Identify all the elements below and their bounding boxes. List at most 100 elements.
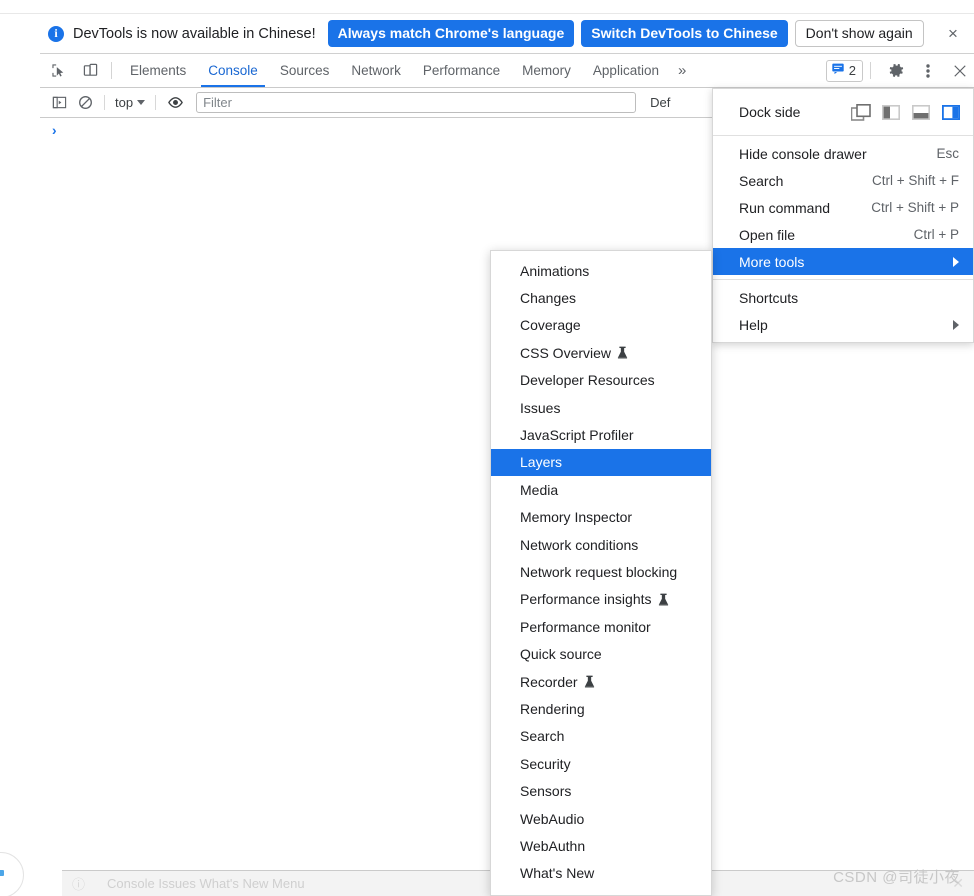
live-expression-eye-icon[interactable] (162, 91, 188, 115)
submenu-item-label: Security (520, 755, 571, 772)
submenu-item-network-conditions[interactable]: Network conditions (491, 531, 711, 558)
dock-to-right-icon[interactable] (941, 104, 961, 121)
issues-badge[interactable]: 2 (825, 59, 863, 82)
info-icon: ⓘ (72, 877, 86, 892)
submenu-item-changes[interactable]: Changes (491, 284, 711, 311)
dock-to-bottom-icon[interactable] (911, 104, 931, 121)
submenu-item-label: Recorder (520, 673, 578, 690)
experimental-flask-icon (617, 346, 628, 359)
submenu-item-label: Layers (520, 454, 563, 471)
submenu-item-javascript-profiler[interactable]: JavaScript Profiler (491, 421, 711, 448)
submenu-item-label: Search (520, 728, 565, 745)
menu-item-hide-console-drawer[interactable]: Hide console drawer Esc (713, 140, 973, 167)
floating-circle-dot (0, 870, 4, 876)
submenu-item-recorder[interactable]: Recorder (491, 668, 711, 695)
devtools-main-menu: Dock side Hide console drawer Esc Search… (712, 88, 974, 343)
tab-performance[interactable]: Performance (412, 54, 511, 87)
menu-item-run-command[interactable]: Run command Ctrl + Shift + P (713, 194, 973, 221)
submenu-item-webaudio[interactable]: WebAudio (491, 805, 711, 832)
submenu-item-css-overview[interactable]: CSS Overview (491, 339, 711, 366)
toolbar-divider-right (870, 62, 871, 79)
more-tools-submenu: Animations Changes Coverage CSS Overview Dev… (490, 250, 712, 896)
submenu-item-what-s-new[interactable]: What's New (491, 860, 711, 887)
submenu-item-label: Animations (520, 262, 590, 279)
console-sidebar-icon[interactable] (46, 91, 72, 115)
submenu-item-animations[interactable]: Animations (491, 257, 711, 284)
close-devtools-icon[interactable] (946, 57, 974, 85)
submenu-item-sensors[interactable]: Sensors (491, 777, 711, 804)
menu-item-shortcuts[interactable]: Shortcuts (713, 284, 973, 311)
submenu-item-performance-insights[interactable]: Performance insights (491, 586, 711, 613)
dont-show-again-button[interactable]: Don't show again (794, 20, 924, 47)
clear-console-icon[interactable] (72, 91, 98, 115)
menu-item-label: Open file (739, 226, 796, 243)
submenu-item-media[interactable]: Media (491, 476, 711, 503)
chevron-down-icon (137, 100, 146, 105)
submenu-item-label: CSS Overview (520, 344, 612, 361)
dock-side-row: Dock side (713, 93, 973, 131)
submenu-item-quick-source[interactable]: Quick source (491, 640, 711, 667)
submenu-item-memory-inspector[interactable]: Memory Inspector (491, 504, 711, 531)
experimental-flask-icon (584, 675, 595, 688)
tab-elements[interactable]: Elements (119, 54, 197, 87)
submenu-item-label: What's New (520, 865, 595, 882)
submenu-item-security[interactable]: Security (491, 750, 711, 777)
gear-icon[interactable] (882, 57, 910, 85)
submenu-item-label: Performance insights (520, 591, 652, 608)
dock-to-left-icon[interactable] (881, 104, 901, 121)
tab-memory[interactable]: Memory (511, 54, 582, 87)
submenu-item-search[interactable]: Search (491, 723, 711, 750)
page-left-gutter (0, 14, 40, 896)
menu-item-open-file[interactable]: Open file Ctrl + P (713, 221, 973, 248)
submenu-item-label: Network request blocking (520, 563, 678, 580)
execution-context-selector[interactable]: top (111, 95, 149, 110)
submenu-item-label: Changes (520, 290, 577, 307)
kebab-menu-icon[interactable] (914, 57, 942, 85)
tab-console[interactable]: Console (197, 54, 269, 87)
submenu-item-issues[interactable]: Issues (491, 394, 711, 421)
drawer-text: Console Issues What's New Menu (107, 876, 305, 891)
menu-item-search[interactable]: Search Ctrl + Shift + F (713, 167, 973, 194)
tab-sources[interactable]: Sources (269, 54, 341, 87)
more-tabs-chevron-icon[interactable]: » (670, 61, 694, 81)
close-icon[interactable]: × (942, 23, 964, 45)
submenu-item-rendering[interactable]: Rendering (491, 695, 711, 722)
device-toolbar-icon[interactable] (76, 57, 104, 85)
devtools-tabbar: Elements Console Sources Network Perform… (40, 54, 974, 88)
switch-devtools-to-chinese-button[interactable]: Switch DevTools to Chinese (581, 20, 788, 47)
tab-application[interactable]: Application (582, 54, 670, 87)
submenu-item-performance-monitor[interactable]: Performance monitor (491, 613, 711, 640)
menu-item-shortcut: Ctrl + P (913, 227, 959, 242)
submenu-item-network-request-blocking[interactable]: Network request blocking (491, 558, 711, 585)
dock-side-options (850, 103, 961, 121)
log-levels-selector[interactable]: Def (650, 95, 670, 110)
chevron-right-icon (953, 319, 959, 330)
submenu-item-layers[interactable]: Layers (491, 448, 711, 477)
window-top-strip (0, 0, 974, 14)
submenu-item-label: Coverage (520, 317, 581, 334)
menu-item-label: Run command (739, 199, 831, 216)
submenu-item-developer-resources[interactable]: Developer Resources (491, 367, 711, 394)
menu-item-label: More tools (739, 253, 805, 270)
toolbar-divider (111, 62, 112, 79)
menu-item-label: Shortcuts (739, 289, 799, 306)
tabbar-right-group: 2 (820, 57, 974, 85)
issues-message-icon (831, 61, 845, 80)
menu-divider-1 (713, 135, 973, 136)
menu-item-more-tools[interactable]: More tools (713, 248, 973, 275)
info-icon: i (48, 25, 64, 42)
menu-item-help[interactable]: Help (713, 311, 973, 338)
submenu-item-label: WebAudio (520, 810, 585, 827)
execution-context-label: top (115, 95, 134, 110)
menu-item-label: Help (739, 316, 768, 333)
submenu-item-label: Issues (520, 399, 561, 416)
undock-into-separate-window-icon[interactable] (850, 103, 871, 121)
submenu-item-webauthn[interactable]: WebAuthn (491, 832, 711, 859)
always-match-chrome-language-button[interactable]: Always match Chrome's language (327, 20, 575, 47)
submenu-item-coverage[interactable]: Coverage (491, 312, 711, 339)
tab-network[interactable]: Network (340, 54, 412, 87)
submenu-item-label: Media (520, 481, 559, 498)
submenu-item-label: Rendering (520, 700, 585, 717)
filter-input[interactable] (196, 92, 637, 113)
inspect-element-icon[interactable] (44, 57, 72, 85)
